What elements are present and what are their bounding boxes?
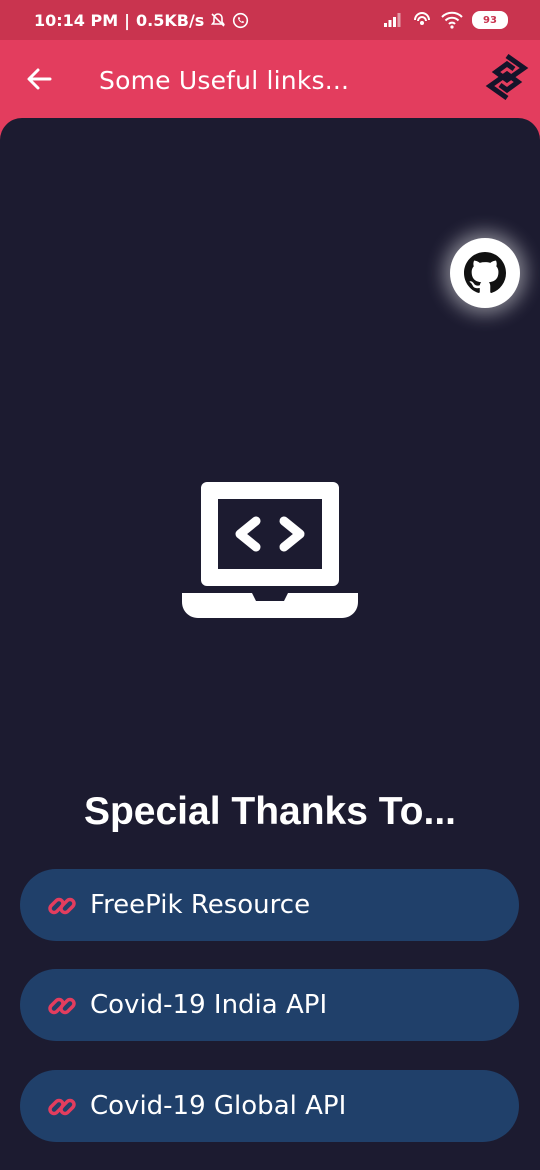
bell-off-icon	[211, 13, 226, 27]
status-time: 10:14 PM	[34, 10, 119, 30]
status-bar: 10:14 PM | 0.5KB/s 93	[0, 0, 540, 40]
status-right: 93	[383, 0, 508, 40]
whatsapp-icon	[233, 12, 249, 28]
page-title: Some Useful links...	[99, 65, 350, 95]
status-separator: |	[124, 10, 130, 30]
battery-level: 93	[483, 14, 497, 26]
section-heading: Special Thanks To...	[83, 790, 457, 833]
link-label: FreePik Resource	[90, 890, 311, 920]
link-icon	[48, 1098, 76, 1116]
hotspot-icon	[414, 12, 430, 25]
signal-icon	[384, 13, 401, 27]
link-label: Covid-19 Global API	[90, 1091, 347, 1121]
link-freepik[interactable]: FreePik Resource	[20, 869, 519, 941]
main-panel: Special Thanks To... FreePik Resource Co…	[0, 118, 540, 1170]
link-covid-india-api[interactable]: Covid-19 India API	[20, 969, 519, 1041]
wifi-icon	[441, 11, 463, 29]
github-icon	[464, 252, 506, 293]
link-covid-global-api[interactable]: Covid-19 Global API	[20, 1070, 519, 1142]
back-button[interactable]	[20, 60, 58, 98]
app-logo-icon	[485, 54, 529, 100]
laptop-code-icon	[182, 482, 358, 618]
link-icon	[48, 997, 76, 1015]
arrow-left-icon	[27, 68, 52, 90]
link-label: Covid-19 India API	[90, 990, 328, 1020]
app-bar: Some Useful links...	[0, 40, 540, 120]
status-network-speed: 0.5KB/s	[136, 10, 205, 30]
status-left: 10:14 PM | 0.5KB/s	[34, 0, 249, 40]
battery-icon: 93	[472, 11, 508, 29]
link-icon	[48, 897, 76, 915]
github-button[interactable]	[450, 238, 520, 308]
